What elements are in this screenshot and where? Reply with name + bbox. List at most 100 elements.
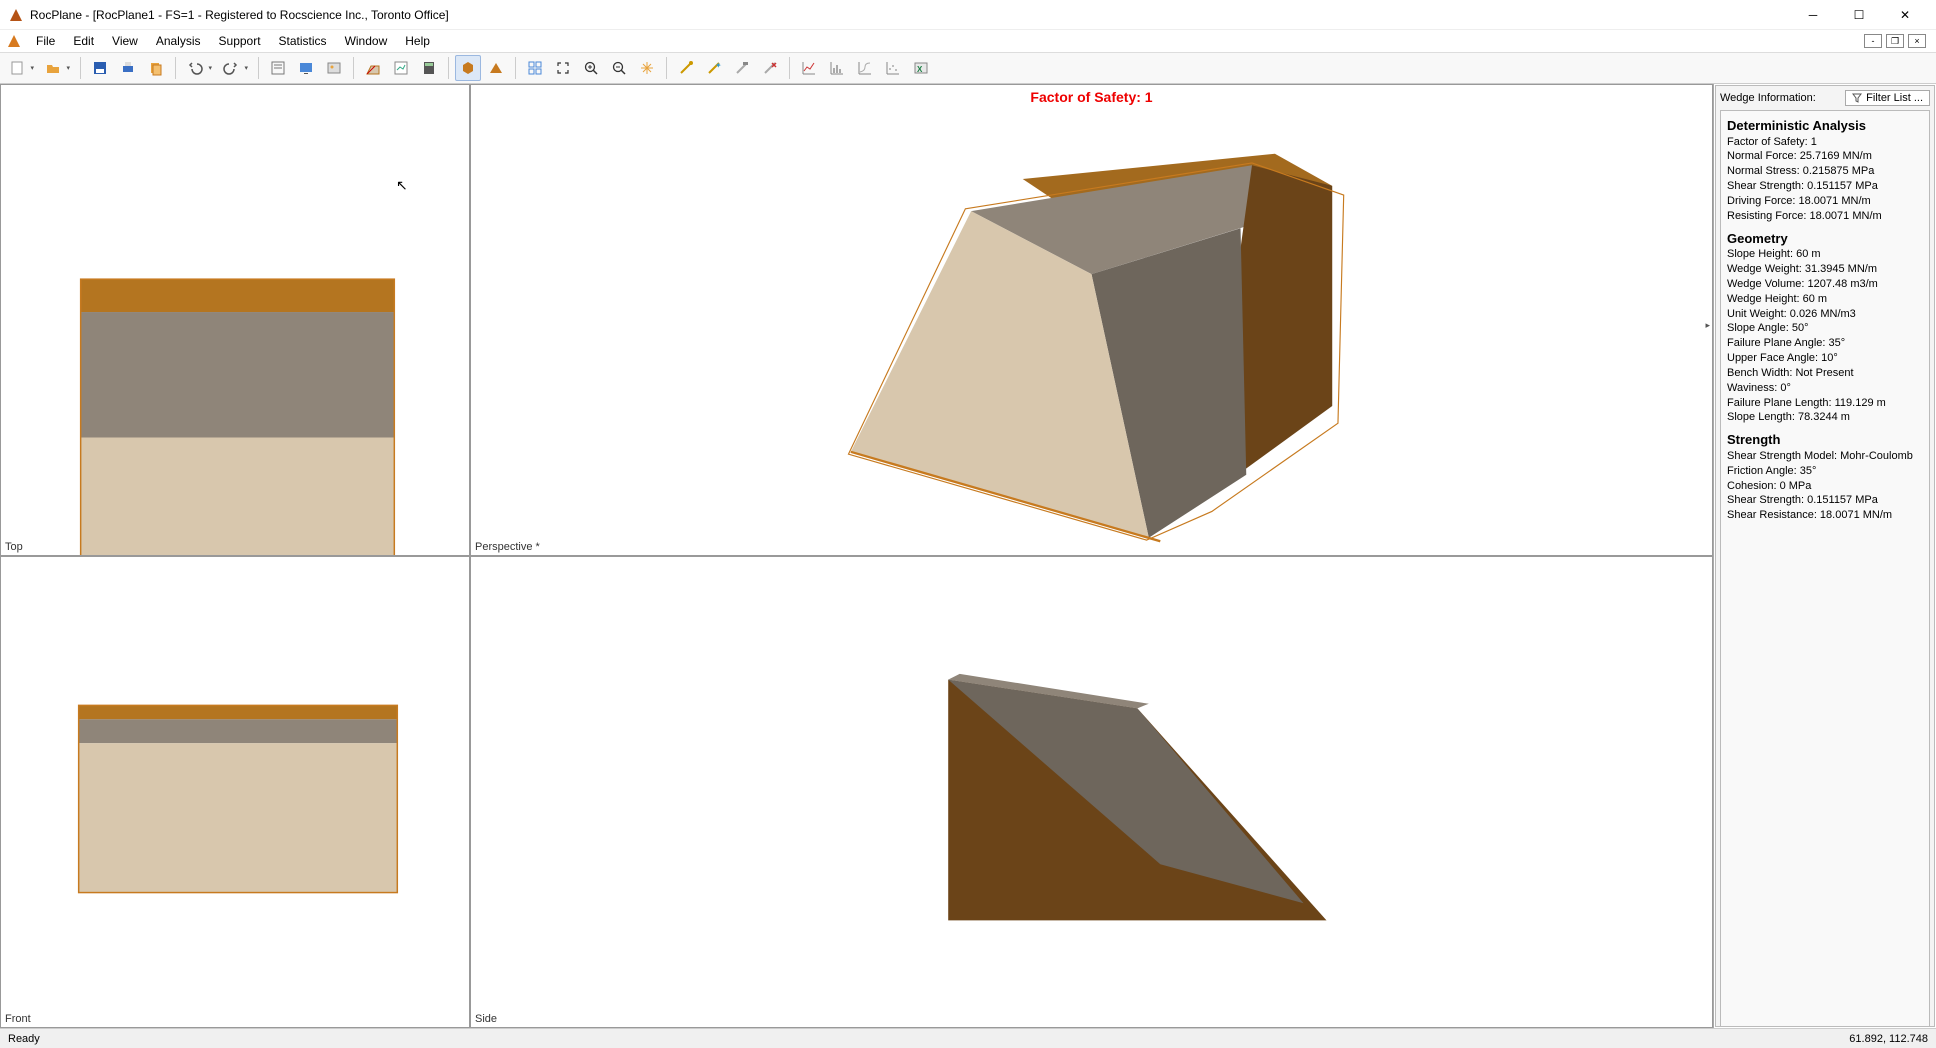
print-button[interactable] (115, 55, 141, 81)
mdi-minimize-button[interactable]: - (1864, 34, 1882, 48)
geo-row: Failure Plane Length: 119.129 m (1727, 396, 1923, 411)
chart-line-button[interactable] (796, 55, 822, 81)
input-data-button[interactable] (360, 55, 386, 81)
zoom-in-button[interactable] (578, 55, 604, 81)
add-bolt-button[interactable] (673, 55, 699, 81)
geo-row: Slope Angle: 50° (1727, 321, 1923, 336)
sensitivity-button[interactable] (388, 55, 414, 81)
minimize-button[interactable]: ─ (1790, 0, 1836, 30)
compute-button[interactable] (416, 55, 442, 81)
wedge-info-header: Wedge Information: (1720, 91, 1841, 106)
menu-window[interactable]: Window (337, 32, 396, 50)
close-button[interactable]: ✕ (1882, 0, 1928, 30)
chart-scatter-button[interactable] (880, 55, 906, 81)
section-deterministic-title: Deterministic Analysis (1727, 117, 1923, 135)
mdi-controls: - ❐ × (1864, 34, 1930, 48)
filter-icon (1852, 93, 1862, 103)
project-settings-button[interactable] (265, 55, 291, 81)
mdi-restore-button[interactable]: ❐ (1886, 34, 1904, 48)
str-row: Cohesion: 0 MPa (1727, 479, 1923, 494)
panel-collapse-icon[interactable]: ▸ (1705, 320, 1710, 331)
geo-row: Wedge Volume: 1207.48 m3/m (1727, 277, 1923, 292)
app-icon (8, 7, 24, 23)
menu-view[interactable]: View (104, 32, 146, 50)
viewport-front[interactable]: Front (0, 556, 470, 1028)
det-row: Factor of Safety: 1 (1727, 135, 1923, 150)
undo-button[interactable] (182, 55, 216, 81)
zoom-out-button[interactable] (606, 55, 632, 81)
title-bar: RocPlane - [RocPlane1 - FS=1 - Registere… (0, 0, 1936, 30)
det-row: Resisting Force: 18.0071 MN/m (1727, 209, 1923, 224)
chart-bar-button[interactable] (824, 55, 850, 81)
mdi-close-button[interactable]: × (1908, 34, 1926, 48)
window-title: RocPlane - [RocPlane1 - FS=1 - Registere… (30, 8, 1790, 22)
str-row: Shear Resistance: 18.0071 MN/m (1727, 508, 1923, 523)
geo-row: Wedge Weight: 31.3945 MN/m (1727, 262, 1923, 277)
export-excel-button[interactable]: X (908, 55, 934, 81)
cursor-icon: ↖ (396, 177, 408, 194)
status-coords: 61.892, 112.748 (1849, 1033, 1928, 1045)
menu-help[interactable]: Help (397, 32, 438, 50)
menu-support[interactable]: Support (211, 32, 269, 50)
content-area: ↖ Top Factor of Safety: 1 ▸ P (0, 84, 1936, 1028)
maximize-button[interactable]: ☐ (1836, 0, 1882, 30)
redo-button[interactable] (218, 55, 252, 81)
str-row: Shear Strength: 0.151157 MPa (1727, 493, 1923, 508)
tile-views-button[interactable] (522, 55, 548, 81)
new-file-button[interactable] (4, 55, 38, 81)
document-icon (6, 33, 22, 49)
menu-edit[interactable]: Edit (65, 32, 102, 50)
menu-analysis[interactable]: Analysis (148, 32, 209, 50)
window-controls: ─ ☐ ✕ (1790, 0, 1928, 30)
geo-row: Bench Width: Not Present (1727, 366, 1923, 381)
edit-bolt-button[interactable] (729, 55, 755, 81)
view-2d-button[interactable] (483, 55, 509, 81)
det-row: Driving Force: 18.0071 MN/m (1727, 194, 1923, 209)
delete-bolt-button[interactable] (757, 55, 783, 81)
viewport-top[interactable]: ↖ Top (0, 84, 470, 556)
chart-cumulative-button[interactable] (852, 55, 878, 81)
viewport-perspective[interactable]: Factor of Safety: 1 ▸ Perspective * (470, 84, 1713, 556)
add-bolt-sparkle-button[interactable]: ✦ (701, 55, 727, 81)
section-strength-title: Strength (1727, 431, 1923, 449)
wedge-info-content: Deterministic Analysis Factor of Safety:… (1720, 110, 1930, 1027)
open-file-button[interactable] (40, 55, 74, 81)
section-geometry-title: Geometry (1727, 230, 1923, 248)
geo-row: Slope Length: 78.3244 m (1727, 410, 1923, 425)
viewports: ↖ Top Factor of Safety: 1 ▸ P (0, 84, 1714, 1028)
wedge-info-panel: Wedge Information: Filter List ... Deter… (1715, 85, 1935, 1027)
status-bar: Ready 61.892, 112.748 (0, 1028, 1936, 1048)
zoom-extents-button[interactable] (550, 55, 576, 81)
menu-file[interactable]: File (28, 32, 63, 50)
view-3d-button[interactable] (455, 55, 481, 81)
display-options-button[interactable] (293, 55, 319, 81)
det-row: Normal Force: 25.7169 MN/m (1727, 149, 1923, 164)
viewport-side-label: Side (475, 1013, 497, 1025)
geo-row: Failure Plane Angle: 35° (1727, 336, 1923, 351)
save-button[interactable] (87, 55, 113, 81)
image-export-button[interactable] (321, 55, 347, 81)
viewport-top-label: Top (5, 541, 23, 553)
menu-statistics[interactable]: Statistics (271, 32, 335, 50)
svg-text:X: X (917, 65, 923, 74)
status-text: Ready (8, 1033, 40, 1045)
viewport-front-label: Front (5, 1013, 31, 1025)
viewport-perspective-label: Perspective * (475, 541, 540, 553)
det-row: Shear Strength: 0.151157 MPa (1727, 179, 1923, 194)
menu-bar: File Edit View Analysis Support Statisti… (0, 30, 1936, 52)
str-row: Friction Angle: 35° (1727, 464, 1923, 479)
filter-list-button[interactable]: Filter List ... (1845, 90, 1930, 106)
filter-list-label: Filter List ... (1866, 92, 1923, 104)
geo-row: Upper Face Angle: 10° (1727, 351, 1923, 366)
det-row: Normal Stress: 0.215875 MPa (1727, 164, 1923, 179)
viewport-side[interactable]: Side (470, 556, 1713, 1028)
svg-text:✦: ✦ (715, 61, 722, 70)
geo-row: Waviness: 0° (1727, 381, 1923, 396)
geo-row: Slope Height: 60 m (1727, 247, 1923, 262)
geo-row: Wedge Height: 60 m (1727, 292, 1923, 307)
factor-of-safety-label: Factor of Safety: 1 (1030, 89, 1152, 105)
copy-button[interactable] (143, 55, 169, 81)
toolbar: ✦ X (0, 52, 1936, 84)
pan-button[interactable] (634, 55, 660, 81)
str-row: Shear Strength Model: Mohr-Coulomb (1727, 449, 1923, 464)
